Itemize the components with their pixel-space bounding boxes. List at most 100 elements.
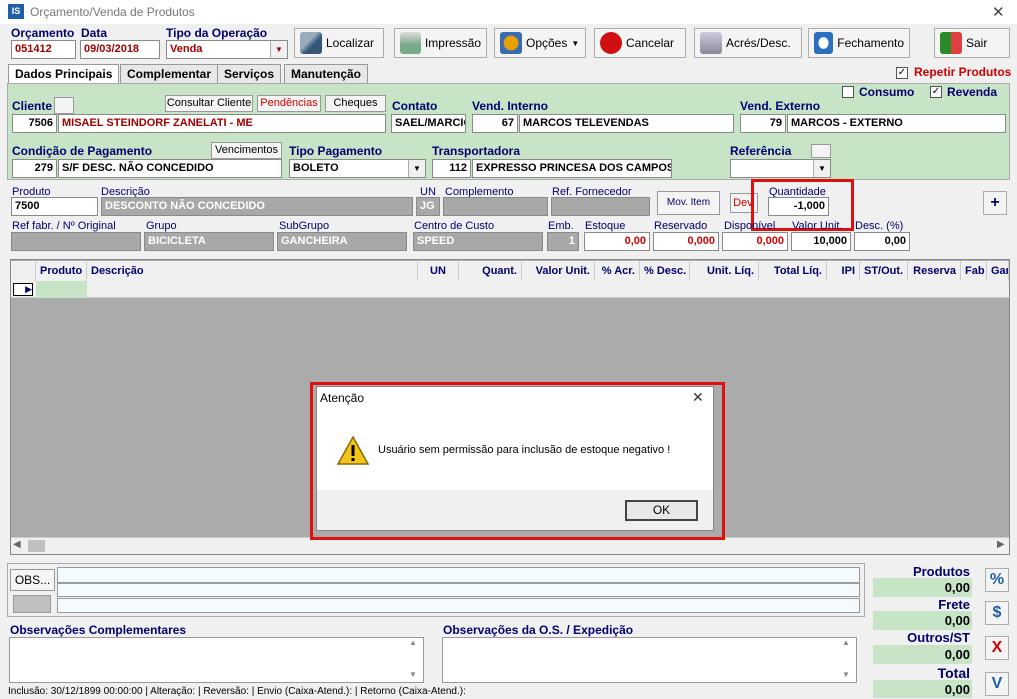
cliente-nome-field[interactable]: MISAEL STEINDORF ZANELATI - ME (58, 114, 386, 133)
cancel-icon (600, 32, 622, 54)
grupo-label: Grupo (146, 220, 177, 232)
tab-dados-principais[interactable]: Dados Principais (8, 64, 120, 84)
sair-button[interactable]: Sair (934, 28, 1010, 58)
grid-col-ipi[interactable]: IPI (827, 261, 860, 281)
consumo-checkbox[interactable] (842, 86, 854, 98)
grupo-field: BICICLETA (144, 232, 274, 251)
obs-line-3[interactable] (57, 598, 860, 613)
disponivel-field: 0,000 (722, 232, 788, 251)
app-icon: IS (8, 4, 24, 19)
obs-color-swatch[interactable] (13, 595, 51, 613)
condicao-nome-field[interactable]: S/F DESC. NÃO CONCEDIDO (58, 159, 282, 178)
grand-total-value: 0,00 (873, 680, 972, 698)
reservado-label: Reservado (654, 220, 708, 232)
grid-row-new[interactable] (11, 281, 1009, 298)
dialog-highlight (310, 382, 725, 540)
opcoes-label: Opções (526, 36, 568, 50)
referencia-lookup-button[interactable] (811, 144, 831, 158)
centro-custo-field: SPEED (413, 232, 543, 251)
tab-complementar[interactable]: Complementar (120, 64, 219, 83)
consultar-cliente-button[interactable]: Consultar Cliente (165, 95, 253, 112)
data-field[interactable]: 09/03/2018 (80, 40, 160, 59)
grand-total-label: Total (937, 665, 970, 681)
gear-icon (500, 32, 522, 54)
impressao-label: Impressão (424, 36, 481, 50)
condicao-codigo-field[interactable]: 279 (12, 159, 57, 178)
ref-fabr-field (11, 232, 141, 251)
outros-st-label: Outros/ST (907, 630, 970, 645)
mov-item-button[interactable]: Mov. Item (657, 191, 720, 215)
scroll-thumb[interactable] (28, 540, 45, 552)
scroll-right-icon[interactable]: ▶ (997, 539, 1005, 550)
orcamento-label: Orçamento (11, 26, 75, 40)
dollar-button[interactable]: $ (985, 601, 1009, 625)
cheques-button[interactable]: Cheques (325, 95, 386, 112)
fechamento-button[interactable]: Fechamento (808, 28, 910, 58)
opcoes-button[interactable]: Opções ▼ (494, 28, 586, 58)
grid-col-reserva[interactable]: Reserva (908, 261, 961, 281)
scroll-left-icon[interactable]: ◀ (13, 539, 21, 550)
tab-manutencao[interactable]: Manutenção (284, 64, 369, 83)
tab-servicos[interactable]: Serviços (217, 64, 282, 83)
obs-complementares-textarea[interactable] (9, 637, 424, 683)
cliente-codigo-field[interactable]: 7506 (12, 114, 57, 133)
grid-cell-produto-active[interactable] (36, 281, 87, 298)
grid-col-total-liq[interactable]: Total Líq. (759, 261, 827, 281)
pendencias-button[interactable]: Pendências (257, 95, 321, 112)
descricao-field: DESCONTO NÃO CONCEDIDO (101, 197, 413, 216)
frete-value: 0,00 (873, 611, 972, 630)
scroll-down-icon[interactable]: ▼ (842, 670, 850, 679)
grid-col-valor-unit[interactable]: Valor Unit. (522, 261, 595, 281)
acres-desc-button[interactable]: Acrés/Desc. (694, 28, 802, 58)
vend-interno-codigo-field[interactable]: 67 (472, 114, 518, 133)
tipo-pagamento-select[interactable]: BOLETO ▼ (289, 159, 426, 178)
vend-externo-codigo-field[interactable]: 79 (740, 114, 786, 133)
tipo-operacao-select[interactable]: Venda ▼ (166, 40, 288, 59)
cancel-x-button[interactable]: X (985, 636, 1009, 660)
confirm-v-button[interactable]: V (985, 672, 1009, 696)
revenda-checkbox[interactable]: ✓ (930, 86, 942, 98)
clock-icon (814, 32, 834, 54)
valor-unit-field[interactable]: 10,000 (791, 232, 851, 251)
vend-externo-nome-field[interactable]: MARCOS - EXTERNO (787, 114, 1006, 133)
referencia-select[interactable]: ▼ (730, 159, 831, 178)
scroll-down-icon[interactable]: ▼ (409, 670, 417, 679)
complemento-field (443, 197, 548, 216)
transportadora-codigo-field[interactable]: 112 (432, 159, 471, 178)
grid-col-desc[interactable]: % Desc. (640, 261, 690, 281)
obs-line-1[interactable] (57, 567, 860, 583)
desc-pct-field[interactable]: 0,00 (854, 232, 910, 251)
grid-col-unit-liq[interactable]: Unit. Líq. (690, 261, 759, 281)
grid-col-st-out[interactable]: ST/Out. (860, 261, 908, 281)
obs-os-textarea[interactable] (442, 637, 857, 683)
grid-col-quant[interactable]: Quant. (459, 261, 522, 281)
centro-custo-label: Centro de Custo (414, 220, 495, 232)
grid-col-fab[interactable]: Fab (961, 261, 987, 281)
add-item-button[interactable]: + (983, 191, 1007, 215)
grid-col-descricao[interactable]: Descrição (87, 261, 418, 281)
grid-col-un[interactable]: UN (418, 261, 459, 281)
cliente-lookup-button[interactable] (54, 97, 74, 114)
grid-col-gar[interactable]: Gar (987, 261, 1009, 281)
vend-interno-nome-field[interactable]: MARCOS TELEVENDAS (519, 114, 734, 133)
localizar-button[interactable]: Localizar (294, 28, 384, 58)
vencimentos-button[interactable]: Vencimentos (211, 142, 282, 159)
contato-field[interactable]: SAEL/MARCIO (391, 114, 466, 133)
grid-col-produto[interactable]: Produto (36, 261, 87, 281)
cancelar-button[interactable]: Cancelar (594, 28, 686, 58)
orcamento-field[interactable]: 051412 (11, 40, 76, 59)
valor-unit-label: Valor Unit. (792, 220, 843, 232)
scroll-up-icon[interactable]: ▲ (842, 638, 850, 647)
scroll-up-icon[interactable]: ▲ (409, 638, 417, 647)
repetir-produtos-checkbox[interactable]: ✓ (896, 67, 908, 79)
obs-line-2[interactable] (57, 583, 860, 597)
percent-button[interactable]: % (985, 568, 1009, 592)
close-icon[interactable]: ✕ (992, 3, 1005, 21)
impressao-button[interactable]: Impressão (394, 28, 487, 58)
obs-button[interactable]: OBS... (10, 569, 55, 591)
transportadora-nome-field[interactable]: EXPRESSO PRINCESA DOS CAMPOS S (472, 159, 672, 178)
produto-field[interactable]: 7500 (11, 197, 98, 216)
obs-os-label: Observações da O.S. / Expedição (443, 623, 634, 637)
vend-externo-label: Vend. Externo (740, 99, 821, 113)
grid-col-acr[interactable]: % Acr. (595, 261, 640, 281)
